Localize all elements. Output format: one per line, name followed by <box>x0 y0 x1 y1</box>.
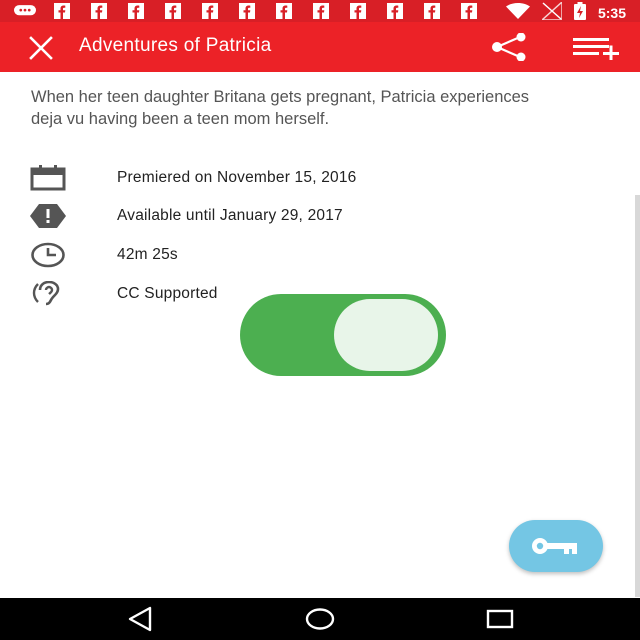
close-icon[interactable] <box>28 35 54 61</box>
captions-text: CC Supported <box>117 285 218 302</box>
system-tray: 5:35 <box>505 0 626 23</box>
facebook-icon <box>125 3 147 19</box>
wifi-icon <box>505 3 530 22</box>
calendar-icon <box>30 163 66 193</box>
facebook-icon <box>236 3 258 19</box>
key-icon <box>532 538 577 554</box>
facebook-icon <box>88 3 110 19</box>
back-icon[interactable] <box>126 606 156 632</box>
recents-icon[interactable] <box>484 606 514 632</box>
facebook-icon <box>347 3 369 19</box>
message-icon <box>14 3 36 19</box>
facebook-icon <box>199 3 221 19</box>
detail-duration: 42m 25s <box>0 240 640 270</box>
add-to-queue-icon[interactable] <box>570 34 622 62</box>
home-icon[interactable] <box>303 606 335 632</box>
detail-premiere: Premiered on November 15, 2016 <box>0 163 640 193</box>
clock-icon <box>30 240 66 270</box>
status-time: 5:35 <box>597 4 626 21</box>
share-icon[interactable] <box>489 32 529 62</box>
no-signal-icon <box>540 0 563 23</box>
premiere-text: Premiered on November 15, 2016 <box>117 169 357 186</box>
status-bar: 5:35 <box>0 0 640 22</box>
facebook-icon <box>310 3 332 19</box>
facebook-icon <box>384 3 406 19</box>
navigation-bar <box>0 598 640 640</box>
facebook-icon <box>51 3 73 19</box>
facebook-icon <box>162 3 184 19</box>
cc-toggle[interactable] <box>240 294 446 376</box>
toggle-knob[interactable] <box>334 299 438 371</box>
detail-availability: Available until January 29, 2017 <box>0 201 640 231</box>
episode-description: When her teen daughter Britana gets preg… <box>31 88 530 128</box>
facebook-icon <box>273 3 295 19</box>
battery-charging-icon <box>573 2 586 23</box>
page-title: Adventures of Patricia <box>79 35 272 56</box>
app-bar: Adventures of Patricia <box>0 22 640 72</box>
facebook-icon <box>421 3 443 19</box>
duration-text: 42m 25s <box>117 246 178 263</box>
notification-icons <box>14 3 495 19</box>
availability-text: Available until January 29, 2017 <box>117 207 343 224</box>
alert-icon <box>30 201 66 231</box>
key-button[interactable] <box>509 520 603 572</box>
facebook-icon <box>458 3 480 19</box>
hearing-icon <box>30 279 66 309</box>
